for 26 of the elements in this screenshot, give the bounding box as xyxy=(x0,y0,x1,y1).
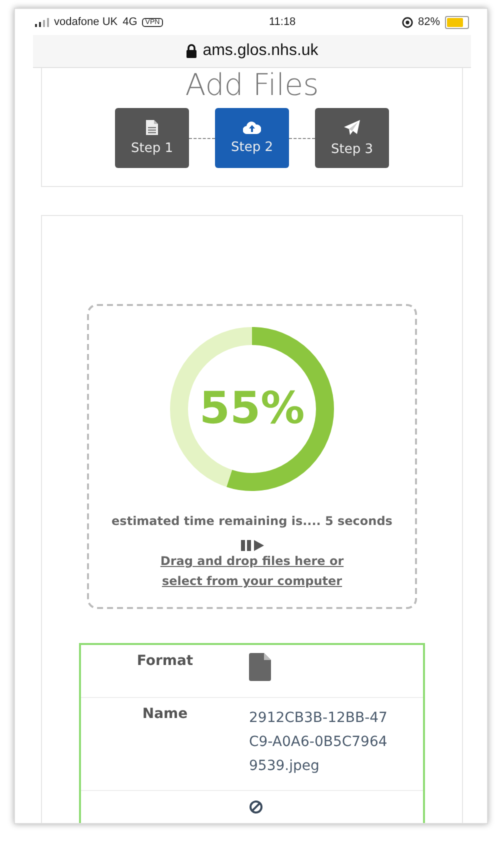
carrier-name: vodafone UK xyxy=(54,16,118,28)
step-button[interactable]: Step 1 xyxy=(115,108,189,168)
step-button[interactable]: Step 3 xyxy=(315,108,389,168)
drop-zone[interactable]: 55% estimated time remaining is.... 5 seconds Drag and drop files here or select from your computer xyxy=(87,304,417,609)
address-bar[interactable]: ams.glos.nhs.uk xyxy=(33,35,471,68)
row-label: Name xyxy=(142,706,188,722)
file-name: 2912CB3B-12BB-47C9-A0A6-0B5C79649539.jpeg xyxy=(249,709,388,776)
time-remaining-text: estimated time remaining is.... 5 seconds xyxy=(112,514,392,528)
file-icon xyxy=(249,653,271,681)
cloud-upload-icon xyxy=(243,121,261,134)
battery-percent: 82% xyxy=(418,16,440,28)
drag-drop-link[interactable]: Drag and drop files here or select from your computer xyxy=(147,551,357,591)
lock-icon xyxy=(186,44,197,58)
page-title: Add Files xyxy=(184,67,320,105)
play-icon[interactable] xyxy=(254,540,264,551)
paper-plane-icon xyxy=(344,120,360,136)
blocked-icon xyxy=(249,800,263,814)
progress-percent: 55% xyxy=(199,387,305,431)
step-button[interactable]: Step 2 xyxy=(215,108,289,168)
row-label: Format xyxy=(136,653,194,669)
signal-icon xyxy=(35,18,49,26)
clock-time: 11:18 xyxy=(268,16,296,28)
network-type: 4G xyxy=(122,16,138,28)
document-icon xyxy=(146,120,158,135)
battery-icon xyxy=(444,16,469,28)
pause-icon[interactable] xyxy=(240,540,250,551)
